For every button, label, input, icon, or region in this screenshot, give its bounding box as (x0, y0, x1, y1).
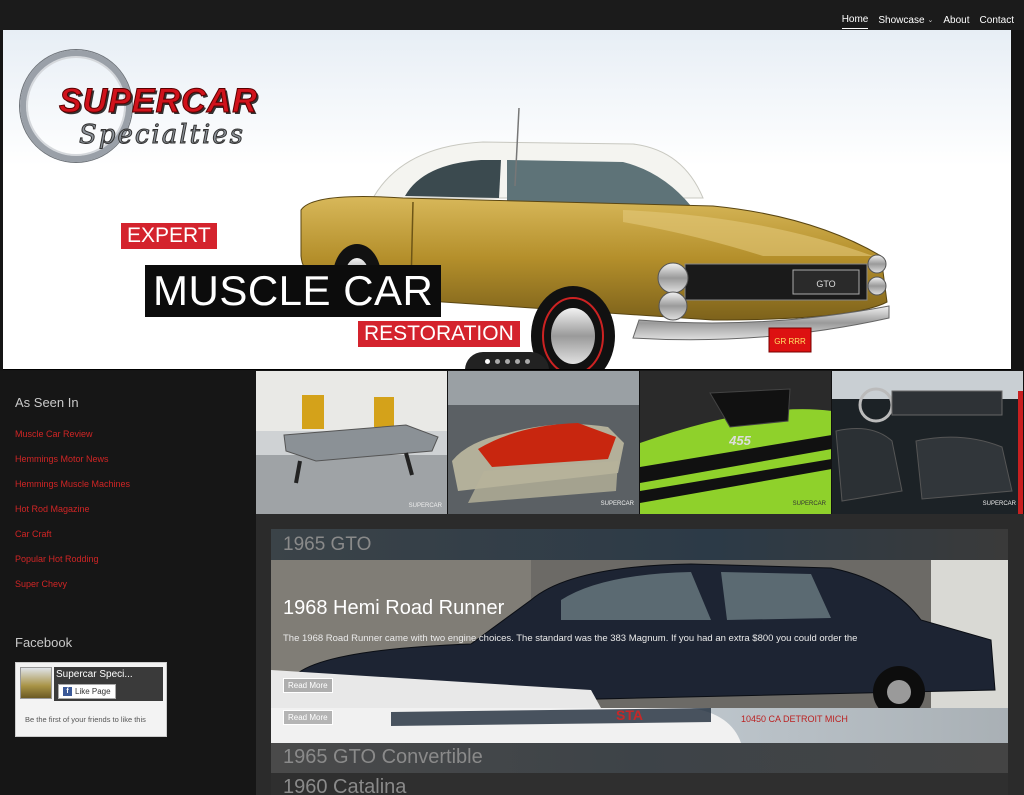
thumb-watermark: SUPERCAR (983, 501, 1017, 507)
paint-booth-image: SUPERCAR (448, 371, 639, 514)
card-title[interactable]: 1960 Catalina (283, 776, 406, 795)
list-item: Car Craft (15, 524, 130, 549)
link-hemmings-motor-news[interactable]: Hemmings Motor News (15, 454, 109, 464)
card-title[interactable]: 1968 Hemi Road Runner (283, 597, 504, 620)
slider-dot[interactable] (504, 358, 510, 364)
link-hot-rod-magazine[interactable]: Hot Rod Magazine (15, 504, 90, 514)
garage-body-image: SUPERCAR (256, 371, 447, 514)
list-item: Hemmings Motor News (15, 449, 130, 474)
thumb-watermark: SUPERCAR (601, 501, 635, 507)
facebook-page-thumbnail[interactable] (20, 667, 52, 699)
hero-edge (1011, 30, 1024, 370)
gallery-thumb[interactable]: SUPERCAR (448, 371, 640, 514)
facebook-page-name[interactable]: Supercar Speci... (56, 669, 156, 680)
card-description: The 1968 Road Runner came with two engin… (283, 633, 858, 644)
site-logo[interactable]: SUPERCAR Specialties (17, 50, 327, 170)
main-nav: Home Showcase ⌄ About Contact (841, 14, 1014, 29)
facebook-icon: f (63, 687, 72, 696)
chevron-down-icon: ⌄ (927, 17, 934, 24)
top-bar: Home Showcase ⌄ About Contact (0, 0, 1024, 30)
link-muscle-car-review[interactable]: Muscle Car Review (15, 429, 93, 439)
list-item: Super Chevy (15, 574, 130, 599)
side-lettering: STA (616, 708, 643, 723)
nav-home-label: Home (841, 14, 869, 25)
slider-dot[interactable] (494, 358, 500, 364)
thumb-watermark: SUPERCAR (409, 503, 443, 509)
interior-image: SUPERCAR (832, 371, 1023, 514)
facebook-heading: Facebook (15, 635, 73, 650)
slider-dots (465, 352, 549, 369)
slider-dot[interactable] (514, 358, 520, 364)
showcase-card-race-car[interactable]: 10450 CA DETROIT MICH STA Read More (271, 708, 1008, 743)
thumb-watermark: SUPERCAR (793, 501, 827, 507)
hero-tag-expert: EXPERT (121, 223, 217, 249)
list-item: Muscle Car Review (15, 424, 130, 449)
showcase-card-1965-gto[interactable]: 1965 GTO (271, 529, 1008, 560)
list-item: Popular Hot Rodding (15, 549, 130, 574)
nav-contact-label: Contact (979, 14, 1014, 26)
card-title[interactable]: 1965 GTO (283, 534, 371, 556)
nav-showcase-label: Showcase (878, 14, 925, 26)
facebook-like-button[interactable]: f Like Page (58, 684, 116, 699)
thumbnail-gallery: SUPERCAR SUPERCAR 455 SUPERCAR SUPERCAR (256, 371, 1024, 514)
car-plate: GR RRR (774, 337, 806, 346)
gallery-thumb[interactable]: SUPERCAR (832, 371, 1024, 514)
hero-slider[interactable]: SUPERCAR Specialties GTO GR RRR EXPERT M… (3, 30, 1011, 370)
gallery-thumb[interactable]: SUPERCAR (256, 371, 448, 514)
nav-about-label: About (943, 14, 970, 26)
as-seen-in-heading: As Seen In (15, 395, 79, 410)
lime-hood-image: 455 SUPERCAR (640, 371, 831, 514)
logo-wordmark: SUPERCAR (59, 82, 258, 121)
nav-showcase[interactable]: Showcase ⌄ (878, 14, 933, 29)
showcase-card-gto-convertible[interactable]: 1965 GTO Convertible (271, 743, 1008, 773)
hood-badge: 455 (728, 433, 751, 448)
list-item: Hot Rod Magazine (15, 499, 130, 524)
nav-contact[interactable]: Contact (980, 14, 1014, 29)
link-popular-hot-rodding[interactable]: Popular Hot Rodding (15, 554, 99, 564)
showcase-card-catalina[interactable]: 1960 Catalina (271, 773, 1008, 795)
link-hemmings-muscle-machines[interactable]: Hemmings Muscle Machines (15, 479, 130, 489)
showcase-card-road-runner[interactable]: 1968 Hemi Road Runner The 1968 Road Runn… (271, 560, 1008, 708)
hero-tag-restoration: RESTORATION (358, 321, 520, 347)
facebook-widget[interactable]: Supercar Speci... f Like Page Be the fir… (15, 662, 167, 737)
plate-text: 10450 CA DETROIT MICH (741, 714, 848, 724)
nav-about[interactable]: About (943, 14, 969, 29)
logo-script: Specialties (78, 120, 246, 151)
gallery-thumb[interactable]: 455 SUPERCAR (640, 371, 832, 514)
facebook-friends-text: Be the first of your friends to like thi… (25, 715, 146, 724)
link-car-craft[interactable]: Car Craft (15, 529, 52, 539)
slider-dot[interactable] (484, 358, 490, 364)
nav-home[interactable]: Home (841, 14, 869, 29)
as-seen-in-list: Muscle Car Review Hemmings Motor News He… (15, 424, 130, 599)
race-car-image: 10450 CA DETROIT MICH STA (271, 708, 848, 743)
link-super-chevy[interactable]: Super Chevy (15, 579, 67, 589)
grille-badge: GTO (816, 279, 835, 289)
read-more-button[interactable]: Read More (283, 710, 333, 725)
read-more-button[interactable]: Read More (283, 678, 333, 693)
card-title[interactable]: 1965 GTO Convertible (283, 746, 483, 769)
list-item: Hemmings Muscle Machines (15, 474, 130, 499)
facebook-like-label: Like Page (75, 687, 111, 696)
hero-tag-muscle-car: MUSCLE CAR (145, 265, 442, 317)
slider-dot[interactable] (524, 358, 530, 364)
